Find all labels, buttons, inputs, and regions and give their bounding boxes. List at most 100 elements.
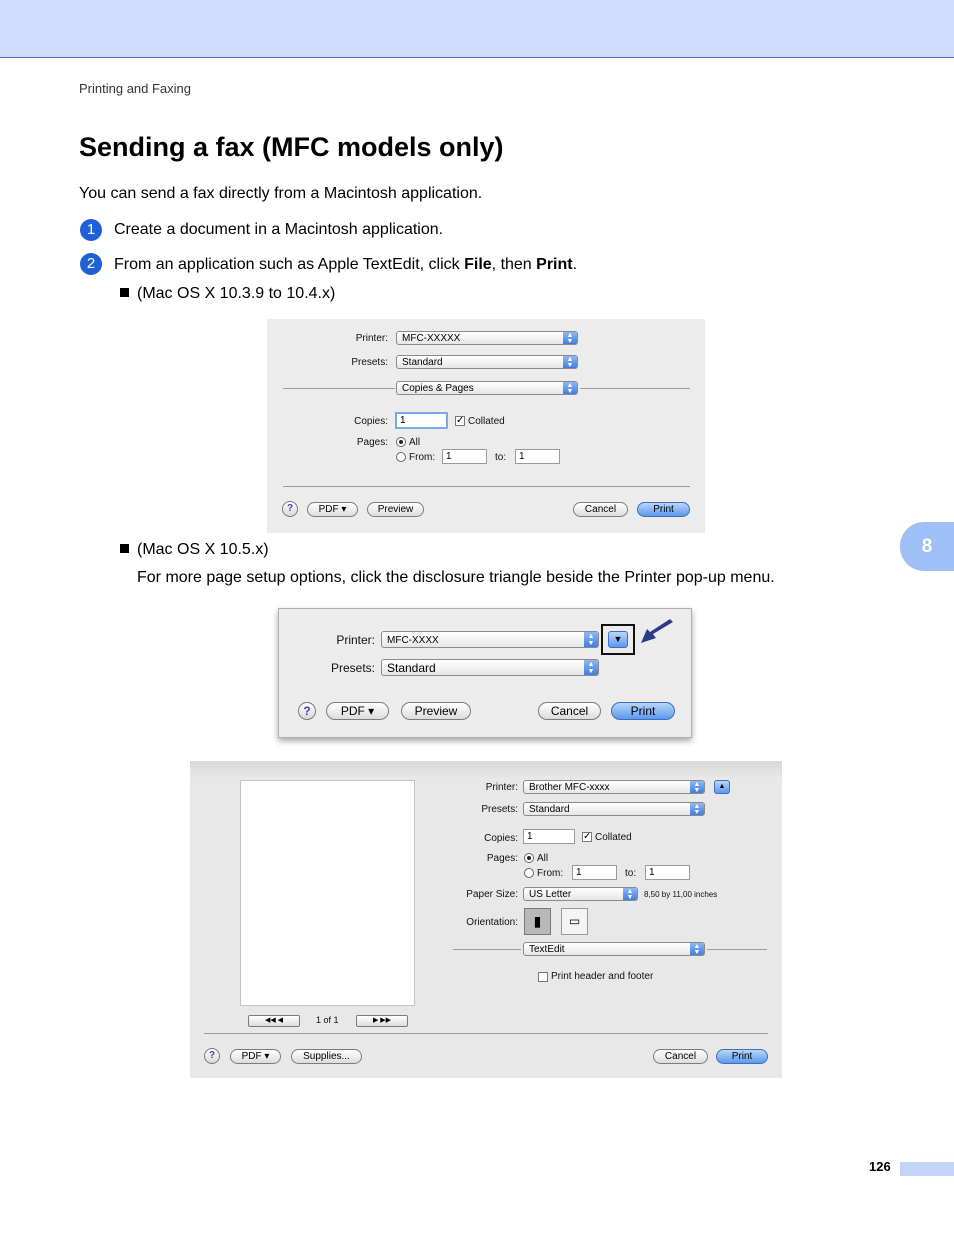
copies-label: Copies: <box>354 416 388 427</box>
presets-popup[interactable]: Standard ▲ ▼ <box>523 802 705 816</box>
printer-value: Brother MFC-xxxx <box>529 782 610 793</box>
pages-from-radio[interactable] <box>396 452 406 462</box>
section-value: Copies & Pages <box>402 383 474 394</box>
pdf-button[interactable]: PDF ▾ <box>307 502 358 517</box>
paper-size-value: US Letter <box>529 889 572 900</box>
presets-value: Standard <box>387 661 436 675</box>
portrait-orientation-icon[interactable]: ▮ <box>524 908 551 935</box>
supplies-button[interactable]: Supplies... <box>291 1049 362 1064</box>
print-button[interactable]: Print <box>716 1049 768 1064</box>
from-field[interactable]: 1 <box>442 449 487 464</box>
divider <box>283 388 395 389</box>
updown-arrows-icon: ▲ ▼ <box>563 382 577 394</box>
help-button[interactable]: ? <box>282 501 298 517</box>
from-field[interactable]: 1 <box>572 865 617 880</box>
printer-value: MFC-XXXXX <box>402 333 461 344</box>
to-label: to: <box>495 452 507 463</box>
copies-field[interactable]: 1 <box>523 829 575 844</box>
step-1-number: 1 <box>80 219 102 241</box>
page-number: 126 <box>869 1159 891 1174</box>
pages-label: Pages: <box>486 853 518 864</box>
pages-all-radio[interactable] <box>396 437 406 447</box>
to-field[interactable]: 1 <box>645 865 690 880</box>
orientation-label: Orientation: <box>466 917 518 928</box>
to-field[interactable]: 1 <box>515 449 560 464</box>
page-number-bar <box>900 1162 954 1176</box>
cancel-button[interactable]: Cancel <box>538 702 601 720</box>
pointer-arrow-icon <box>641 619 673 643</box>
bullet-mac-105: (Mac OS X 10.5.x) <box>120 541 269 559</box>
collated-checkbox[interactable]: ✓ <box>455 416 465 426</box>
print-button[interactable]: Print <box>611 702 675 720</box>
updown-arrows-icon: ▲ ▼ <box>690 803 704 815</box>
section-popup[interactable]: Copies & Pages ▲ ▼ <box>396 381 578 395</box>
header-footer-checkbox[interactable] <box>538 972 548 982</box>
preview-button[interactable]: Preview <box>401 702 471 720</box>
divider <box>453 949 521 950</box>
pdf-button[interactable]: PDF ▾ <box>230 1049 281 1064</box>
intro-text: You can send a fax directly from a Macin… <box>79 185 483 202</box>
divider <box>707 949 767 950</box>
bullet-note: For more page setup options, click the d… <box>137 569 775 586</box>
updown-arrows-icon: ▲ ▼ <box>690 781 704 793</box>
print-dialog-3: ◀◀ ◀ 1 of 1 ▶ ▶▶ Printer: Brother MFC-xx… <box>190 761 782 1078</box>
step-2-print: Print <box>536 256 573 273</box>
step-2-text-pre: From an application such as Apple TextEd… <box>114 256 465 273</box>
to-label: to: <box>625 868 637 879</box>
printer-value: MFC-XXXX <box>387 635 439 646</box>
printer-popup[interactable]: MFC-XXXXX ▲ ▼ <box>396 331 578 345</box>
printer-label: Printer: <box>336 633 375 647</box>
disclosure-triangle-button[interactable]: ▼ <box>608 631 628 648</box>
printer-popup[interactable]: Brother MFC-xxxx ▲ ▼ <box>523 780 705 794</box>
cancel-button[interactable]: Cancel <box>653 1049 708 1064</box>
bullet-text: (Mac OS X 10.5.x) <box>137 541 269 558</box>
pages-all-radio[interactable] <box>524 853 534 863</box>
printer-label: Printer: <box>485 782 518 793</box>
from-label: From: <box>409 452 436 463</box>
preview-button[interactable]: Preview <box>367 502 424 517</box>
next-page-buttons[interactable]: ▶ ▶▶ <box>356 1015 408 1027</box>
help-button[interactable]: ? <box>204 1048 220 1064</box>
disclosure-triangle-button[interactable]: ▲ <box>714 780 730 794</box>
pages-label: Pages: <box>356 437 388 448</box>
step-2-text-post: . <box>572 256 578 273</box>
collated-label: Collated <box>468 416 505 427</box>
landscape-orientation-icon[interactable]: ▭ <box>561 908 588 935</box>
presets-value: Standard <box>529 804 570 815</box>
bullet-square-icon <box>120 544 129 553</box>
presets-popup[interactable]: Standard ▲ ▼ <box>396 355 578 369</box>
divider <box>580 388 690 389</box>
print-dialog-1: Printer: MFC-XXXXX ▲ ▼ Presets: Standard ▲ ▼… <box>267 319 705 533</box>
cancel-button[interactable]: Cancel <box>573 502 628 517</box>
print-dialog-2: Printer: MFC-XXXX ▲ ▼ ▼ Presets: Standard ▲… <box>278 608 692 738</box>
chapter-tab: 8 <box>900 522 954 571</box>
step-2-number: 2 <box>80 253 102 275</box>
updown-arrows-icon: ▲ ▼ <box>563 332 577 344</box>
printer-popup[interactable]: MFC-XXXX ▲ ▼ <box>381 631 599 648</box>
presets-label: Presets: <box>351 357 388 368</box>
step-2-file: File <box>464 256 492 273</box>
prev-page-buttons[interactable]: ◀◀ ◀ <box>248 1015 300 1027</box>
step-2-text-mid: , then <box>491 256 537 273</box>
pdf-button[interactable]: PDF ▾ <box>326 702 389 720</box>
presets-label: Presets: <box>481 804 518 815</box>
step-2-text: From an application such as Apple TextEd… <box>114 256 577 274</box>
help-button[interactable]: ? <box>298 702 316 720</box>
paper-size-label: Paper Size: <box>466 889 518 900</box>
paper-size-popup[interactable]: US Letter ▲ ▼ <box>523 887 638 901</box>
all-label: All <box>537 853 549 864</box>
copies-field[interactable]: 1 <box>395 412 448 429</box>
collated-checkbox[interactable]: ✓ <box>582 832 592 842</box>
section-value: TextEdit <box>529 944 565 955</box>
copies-label: Copies: <box>484 833 518 844</box>
bullet-square-icon <box>120 288 129 297</box>
pages-from-radio[interactable] <box>524 868 534 878</box>
presets-value: Standard <box>402 357 443 368</box>
header-footer-label: Print header and footer <box>551 971 654 982</box>
page-count: 1 of 1 <box>316 1015 339 1025</box>
updown-arrows-icon: ▲ ▼ <box>584 632 598 647</box>
updown-arrows-icon: ▲ ▼ <box>623 888 637 900</box>
print-button[interactable]: Print <box>637 502 690 517</box>
section-popup[interactable]: TextEdit ▲ ▼ <box>523 942 705 956</box>
presets-popup[interactable]: Standard ▲ ▼ <box>381 659 599 676</box>
